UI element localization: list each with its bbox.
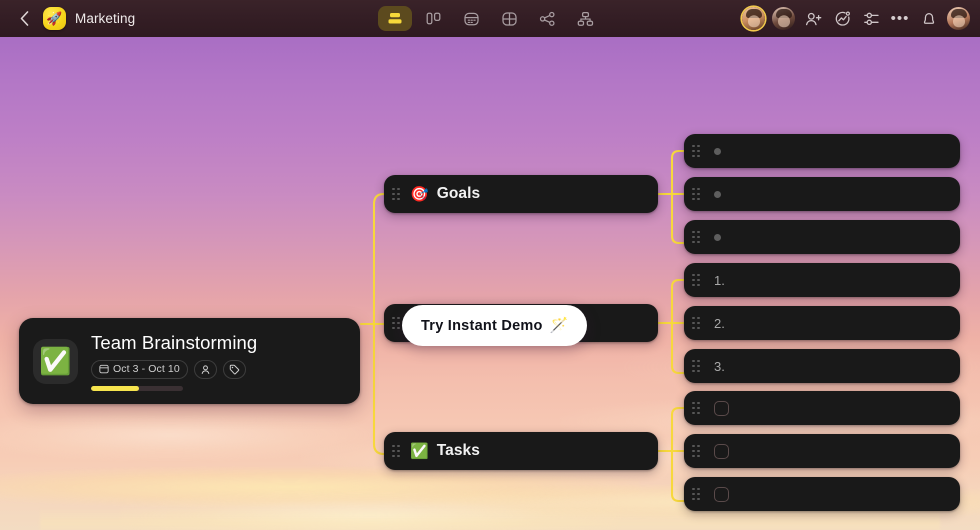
calendar-icon [463, 11, 480, 27]
list-view-icon [387, 11, 403, 26]
magic-wand-icon: 🪄 [549, 317, 569, 334]
mindmap-app-window: 🚀 Marketing ••• ✅ Team Brainstorming Oct… [0, 0, 980, 530]
view-button-list[interactable] [378, 6, 412, 31]
org-chart-icon [577, 11, 594, 27]
root-node-body: Team Brainstorming Oct 3 - Oct 10 [91, 332, 346, 391]
check-mark-button-icon: ✅ [410, 442, 429, 460]
drag-handle-icon[interactable] [692, 401, 708, 415]
list-number-label: 1. [714, 272, 725, 288]
avatar-face [747, 15, 760, 28]
direct-hit-icon: 🎯 [410, 185, 429, 203]
ellipsis-icon: ••• [890, 9, 910, 27]
tag-chip[interactable] [222, 359, 246, 379]
calendar-icon [99, 364, 109, 374]
branch-node-label: Goals [436, 185, 481, 202]
root-node-card[interactable]: ✅ Team Brainstorming Oct 3 - Oct 10 [19, 318, 360, 404]
root-node-chips: Oct 3 - Oct 10 [91, 359, 346, 379]
date-range-label: Oct 3 - Oct 10 [113, 363, 180, 375]
chevron-left-icon [20, 11, 29, 26]
invite-person-button[interactable] [802, 8, 824, 30]
bell-icon [921, 11, 937, 27]
activity-chart-icon [834, 10, 851, 27]
progress-bar [91, 385, 183, 391]
root-node-emoji-badge: ✅ [33, 338, 78, 384]
drag-handle-icon[interactable] [692, 273, 708, 287]
drag-handle-icon[interactable] [692, 187, 708, 201]
list-number-label: 2. [714, 315, 725, 331]
drag-handle-icon[interactable] [692, 316, 708, 330]
more-options-button[interactable]: ••• [889, 8, 911, 30]
share-network-icon [539, 11, 556, 27]
branch-node-goals[interactable]: 🎯 Goals [384, 175, 658, 213]
person-icon [200, 364, 211, 375]
drag-handle-icon[interactable] [392, 444, 408, 458]
branch-node-label: Tasks [436, 442, 480, 459]
drag-handle-icon[interactable] [692, 444, 708, 458]
drag-handle-icon[interactable] [692, 144, 708, 158]
bullet-icon [714, 147, 721, 155]
avatar-member-2[interactable] [772, 7, 795, 30]
date-range-chip[interactable]: Oct 3 - Oct 10 [91, 359, 188, 379]
mindmap-canvas[interactable]: ✅ Team Brainstorming Oct 3 - Oct 10 🎯 Go… [0, 37, 980, 530]
leaf-node-idea-1[interactable]: 1. [684, 263, 960, 297]
bullet-icon [714, 233, 721, 241]
leaf-node-task-2[interactable] [684, 434, 960, 468]
person-add-icon [805, 11, 822, 27]
table-grid-icon [501, 11, 518, 27]
avatar-member-1[interactable] [742, 7, 765, 30]
drag-handle-icon[interactable] [392, 187, 408, 201]
view-button-mindmap[interactable] [568, 6, 602, 31]
bullet-icon [714, 190, 721, 198]
top-header-bar: 🚀 Marketing ••• [0, 0, 980, 37]
view-switcher [378, 6, 602, 31]
task-checkbox[interactable] [714, 400, 729, 416]
task-checkbox[interactable] [714, 486, 729, 502]
view-button-table[interactable] [492, 6, 526, 31]
space-app-icon[interactable]: 🚀 [43, 7, 66, 30]
avatar-face [777, 15, 790, 28]
avatar-face [952, 15, 965, 28]
drag-handle-icon[interactable] [692, 230, 708, 244]
activity-button[interactable] [831, 8, 853, 30]
view-button-board[interactable] [416, 6, 450, 31]
back-button[interactable] [14, 8, 34, 30]
assignee-chip[interactable] [193, 359, 217, 379]
root-node-title: Team Brainstorming [91, 331, 258, 353]
notifications-button[interactable] [918, 8, 940, 30]
leaf-node-goal-1[interactable] [684, 134, 960, 168]
drag-handle-icon[interactable] [692, 359, 708, 373]
leaf-node-idea-3[interactable]: 3. [684, 349, 960, 383]
avatar-current-user[interactable] [947, 7, 970, 30]
drag-handle-icon[interactable] [692, 487, 708, 501]
task-checkbox[interactable] [714, 443, 729, 459]
branch-node-tasks[interactable]: ✅ Tasks [384, 432, 658, 470]
sliders-icon [863, 11, 880, 27]
leaf-node-task-1[interactable] [684, 391, 960, 425]
board-columns-icon [425, 11, 442, 26]
header-right-group: ••• [742, 7, 970, 30]
leaf-node-goal-2[interactable] [684, 177, 960, 211]
filter-settings-button[interactable] [860, 8, 882, 30]
list-number-label: 3. [714, 358, 725, 374]
leaf-node-task-3[interactable] [684, 477, 960, 511]
leaf-node-goal-3[interactable] [684, 220, 960, 254]
check-mark-button-icon: ✅ [39, 346, 72, 376]
leaf-node-idea-2[interactable]: 2. [684, 306, 960, 340]
try-instant-demo-label: Try Instant Demo [421, 317, 543, 334]
header-left-group: 🚀 Marketing [0, 7, 135, 30]
tag-icon [229, 364, 240, 375]
rocket-icon: 🚀 [46, 11, 63, 26]
progress-bar-fill [91, 385, 139, 391]
view-button-calendar[interactable] [454, 6, 488, 31]
view-button-share[interactable] [530, 6, 564, 31]
try-instant-demo-button[interactable]: Try Instant Demo 🪄 [402, 305, 588, 346]
space-title: Marketing [75, 11, 136, 26]
